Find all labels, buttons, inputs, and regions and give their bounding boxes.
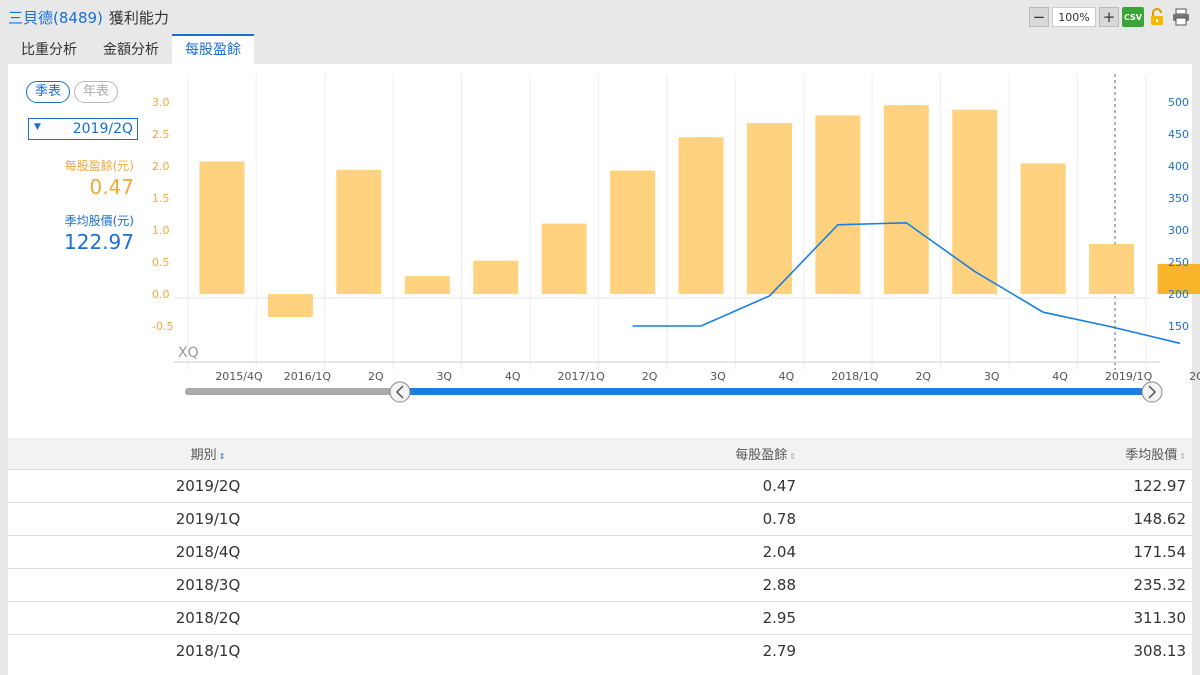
eps-bar	[1020, 163, 1066, 294]
sort-icon: ⇕	[1179, 451, 1186, 461]
x-tick-label: 2Q	[368, 370, 384, 383]
eps-bar	[267, 294, 313, 318]
y-tick-label: 0.0	[152, 288, 170, 301]
eps-cell: 2.88	[408, 567, 798, 601]
period-cell: 2018/2Q	[8, 600, 408, 634]
y-tick-label: 0.5	[152, 256, 170, 269]
eps-cell: 2.04	[408, 534, 798, 568]
y2-tick-label: 500	[1168, 96, 1189, 109]
eps-bar	[746, 123, 792, 295]
x-tick-label: 2Q	[642, 370, 658, 383]
y2-tick-label: 400	[1168, 160, 1189, 173]
y2-tick-label: 250	[1168, 256, 1189, 269]
x-tick-label: 2015/4Q	[215, 370, 263, 383]
range-slider-left-handle[interactable]	[389, 381, 411, 403]
sort-icon: ⇕	[218, 451, 226, 461]
y2-tick-label: 300	[1168, 224, 1189, 237]
column-header-price-label: 季均股價	[1125, 447, 1178, 463]
table-row: 2018/4Q 2.04 171.54	[8, 534, 1192, 568]
eps-bar	[541, 223, 587, 294]
table-header-row: 期別 ⇕ 每股盈餘 ⇕ 季均股價 ⇕	[8, 438, 1192, 469]
price-cell: 171.54	[798, 534, 1192, 568]
column-header-eps-label: 每股盈餘	[735, 447, 788, 463]
period-cell: 2018/3Q	[8, 567, 408, 601]
x-tick-label: 2016/1Q	[284, 370, 332, 383]
eps-bar	[336, 169, 382, 294]
column-header-price[interactable]: 季均股價 ⇕	[798, 438, 1192, 469]
eps-chart: XQ 3.0 2.5 2.0 1.5 1.0 0.5 0.0 -0.5 500 450 400 35…	[152, 74, 1200, 403]
price-cell: 308.13	[798, 633, 1192, 667]
eps-cell: 2.79	[408, 633, 798, 667]
price-cell: 311.30	[798, 600, 1192, 634]
range-slider-right-handle[interactable]	[1141, 381, 1163, 403]
eps-bar	[815, 115, 861, 294]
y-tick-label: 2.0	[152, 160, 170, 173]
eps-bar	[883, 105, 929, 294]
y-tick-label: 2.5	[152, 128, 170, 141]
table-row: 2019/1Q 0.78 148.62	[8, 501, 1192, 535]
y-tick-label: 1.5	[152, 192, 170, 205]
column-header-period-label: 期別	[190, 447, 217, 463]
x-tick-label: 3Q	[710, 370, 726, 383]
eps-bar	[678, 137, 724, 294]
table-row: 2019/2Q 0.47 122.97	[8, 468, 1192, 502]
column-header-eps[interactable]: 每股盈餘 ⇕	[408, 438, 798, 469]
period-cell: 2018/1Q	[8, 633, 408, 667]
eps-bar	[952, 109, 998, 295]
x-tick-label: 2Q	[915, 370, 931, 383]
period-cell: 2018/4Q	[8, 534, 408, 568]
range-slider[interactable]	[185, 381, 1163, 403]
price-cell: 122.97	[798, 468, 1192, 502]
xq-watermark: XQ	[178, 345, 199, 361]
sort-icon: ⇕	[789, 451, 796, 461]
x-tick-label: 4Q	[505, 370, 521, 383]
table-row: 2018/1Q 2.79 308.13	[8, 633, 1192, 667]
column-header-period[interactable]: 期別 ⇕	[8, 438, 408, 469]
x-tick-label: 4Q	[1052, 370, 1068, 383]
x-tick-label: 3Q	[436, 370, 452, 383]
x-tick-label: 2Q	[1189, 370, 1200, 383]
table-row: 2018/3Q 2.88 235.32	[8, 567, 1192, 601]
range-slider-track	[185, 388, 400, 395]
eps-bar	[1089, 244, 1135, 294]
y2-tick-label: 200	[1168, 288, 1189, 301]
x-tick-label: 3Q	[984, 370, 1000, 383]
period-cell: 2019/1Q	[8, 501, 408, 535]
range-slider-selection[interactable]	[400, 388, 1152, 395]
x-tick-label: 2018/1Q	[831, 370, 879, 383]
eps-cell: 2.95	[408, 600, 798, 634]
y2-tick-label: 450	[1168, 128, 1189, 141]
eps-bar	[199, 161, 245, 294]
y-tick-label: -0.5	[152, 320, 173, 333]
eps-bar	[610, 170, 656, 294]
period-cell: 2019/2Q	[8, 468, 408, 502]
eps-cell: 0.47	[408, 468, 798, 502]
y2-tick-label: 150	[1168, 320, 1189, 333]
x-tick-label: 2019/1Q	[1105, 370, 1153, 383]
eps-bar	[404, 276, 450, 294]
table-row: 2018/2Q 2.95 311.30	[8, 600, 1192, 634]
price-cell: 148.62	[798, 501, 1192, 535]
eps-table: 期別 ⇕ 每股盈餘 ⇕ 季均股價 ⇕ 2019/2Q 0.47 122.97 2019/1…	[8, 438, 1192, 667]
y2-tick-label: 350	[1168, 192, 1189, 205]
x-tick-label: 4Q	[779, 370, 795, 383]
y-tick-label: 3.0	[152, 96, 170, 109]
eps-cell: 0.78	[408, 501, 798, 535]
price-cell: 235.32	[798, 567, 1192, 601]
y-tick-label: 1.0	[152, 224, 170, 237]
eps-bar	[473, 260, 519, 294]
x-tick-label: 2017/1Q	[557, 370, 605, 383]
